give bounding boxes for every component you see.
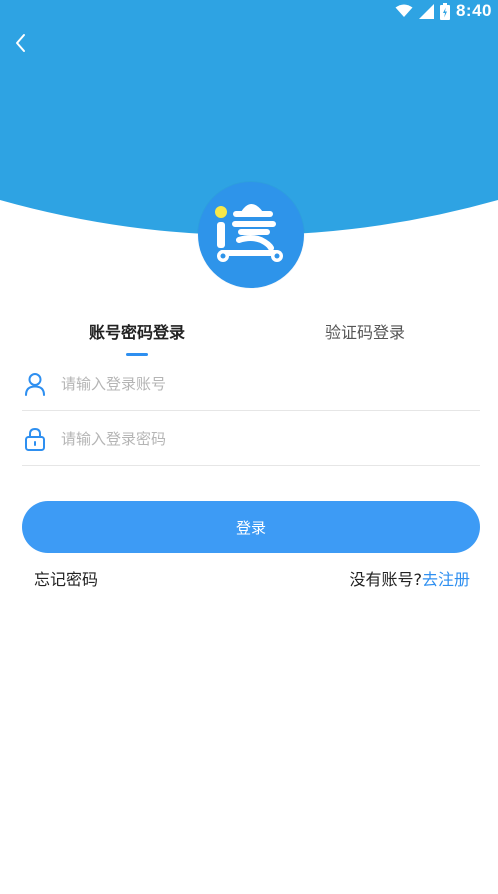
tab-verification-code[interactable]: 验证码登录 (306, 318, 424, 358)
chevron-left-icon (14, 33, 28, 57)
register-link[interactable]: 去注册 (422, 570, 470, 589)
account-input[interactable] (61, 363, 480, 404)
tab-account-password-label: 账号密码登录 (88, 323, 185, 342)
app-logo (198, 182, 304, 288)
active-tab-indicator (126, 353, 148, 356)
app-logo-icon (211, 198, 291, 272)
back-button[interactable] (6, 30, 36, 60)
wifi-icon (395, 4, 413, 18)
status-time: 8:40 (455, 1, 492, 20)
no-account-text: 没有账号? (349, 570, 422, 589)
forgot-password-link[interactable]: 忘记密码 (34, 566, 98, 590)
account-field-row (22, 357, 480, 411)
status-bar: 8:40 (0, 0, 498, 22)
signal-icon (418, 3, 434, 19)
tab-account-password[interactable]: 账号密码登录 (76, 318, 198, 358)
tab-verification-code-label: 验证码登录 (324, 323, 405, 342)
register-prompt: 没有账号?去注册 (349, 566, 470, 590)
password-input[interactable] (61, 418, 480, 459)
user-icon (22, 371, 48, 397)
lock-icon (22, 426, 48, 452)
password-field-row (22, 412, 480, 466)
auth-links: 忘记密码 没有账号?去注册 (34, 566, 470, 590)
login-tabs: 账号密码登录 验证码登录 (0, 318, 498, 358)
login-button[interactable]: 登录 (22, 501, 480, 553)
battery-icon (439, 2, 450, 20)
